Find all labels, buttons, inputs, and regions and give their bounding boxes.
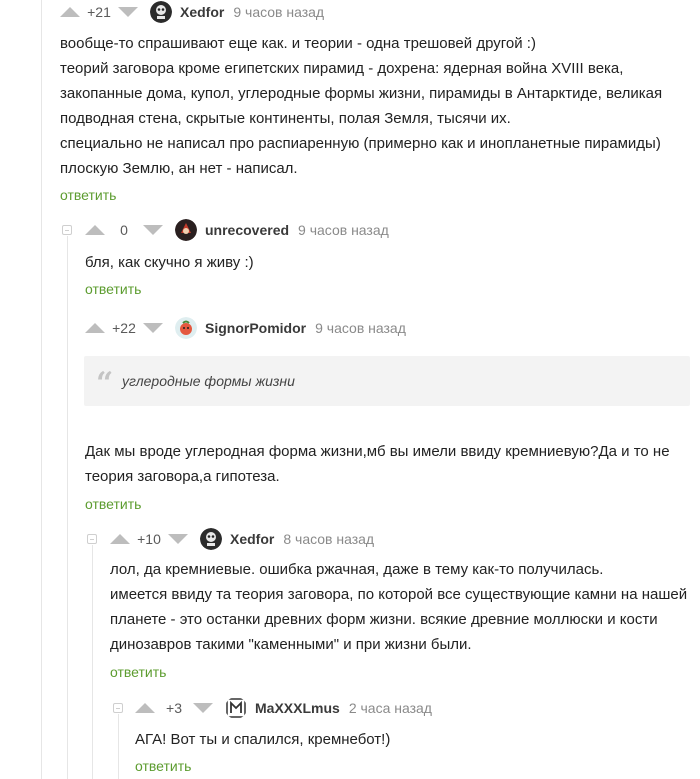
reply-link[interactable]: ответить (135, 758, 191, 774)
comment-text-line: планете - это останки древних форм жизни… (110, 611, 658, 628)
arrow-up-icon[interactable] (135, 703, 155, 713)
comment-rating: +22 (112, 320, 136, 336)
collapse-thread-icon[interactable] (87, 534, 97, 544)
comment-author[interactable]: unrecovered (205, 222, 289, 238)
thread-line[interactable] (118, 714, 119, 779)
thread-line[interactable] (41, 0, 42, 779)
comment-author[interactable]: Xedfor (180, 4, 224, 20)
comment-text-line: динозавров такими "каменными" и при жизн… (110, 636, 472, 653)
comment-rating: +21 (87, 4, 111, 20)
comment-header: +3 MaXXXLmus 2 часа назад (135, 696, 432, 720)
comment-header: +10 Xedfor 8 часов назад (110, 527, 374, 551)
comment-header: 0 unrecovered 9 часов назад (85, 218, 389, 242)
comment-text-line: АГА! Вот ты и спалился, кремнебот!) (135, 731, 391, 748)
reply-link[interactable]: ответить (110, 664, 166, 680)
comment-author[interactable]: Xedfor (230, 531, 274, 547)
comment-text: вообще-то спрашивают еще как. и теории -… (60, 31, 662, 181)
thread-line[interactable] (67, 236, 68, 779)
comment-time[interactable]: 9 часов назад (233, 4, 324, 20)
quote-icon: “ (96, 366, 114, 401)
thread-line[interactable] (92, 545, 93, 779)
comment-rating: +3 (166, 700, 182, 716)
comment-text-line: вообще-то спрашивают еще как. и теории -… (60, 35, 536, 52)
comment-text-line: бля, как скучно я живу :) (85, 254, 254, 271)
reply-link[interactable]: ответить (85, 281, 141, 297)
comment-author[interactable]: SignorPomidor (205, 320, 306, 336)
comment-header: +21 Xedfor 9 часов назад (60, 0, 324, 24)
blockquote: “ углеродные формы жизни (84, 356, 690, 406)
quote-text: углеродные формы жизни (122, 373, 295, 389)
comment-text-line: специально не написал про распиаренную (… (60, 135, 661, 152)
comment-text: АГА! Вот ты и спалился, кремнебот!) (135, 727, 390, 752)
avatar[interactable] (175, 219, 197, 241)
comment-time[interactable]: 9 часов назад (315, 320, 406, 336)
arrow-down-icon[interactable] (143, 225, 163, 235)
comment-text: Дак мы вроде углеродная форма жизни,мб в… (85, 439, 670, 489)
avatar[interactable] (150, 1, 172, 23)
comment-time[interactable]: 2 часа назад (349, 700, 432, 716)
comment-text: лол, да кремниевые. ошибка ржачная, даже… (110, 557, 687, 657)
arrow-down-icon[interactable] (193, 703, 213, 713)
arrow-down-icon[interactable] (143, 323, 163, 333)
comment-text-line: имеется ввиду та теория заговора, по кот… (110, 586, 688, 603)
comment-author[interactable]: MaXXXLmus (255, 700, 340, 716)
arrow-up-icon[interactable] (85, 323, 105, 333)
comment-text-line: лол, да кремниевые. ошибка ржачная, даже… (110, 561, 604, 578)
avatar[interactable] (200, 528, 222, 550)
arrow-up-icon[interactable] (110, 534, 130, 544)
comment-header: +22 SignorPomidor 9 часов назад (85, 316, 406, 340)
avatar[interactable] (225, 697, 247, 719)
comment-text-line: теория заговора,а гипотеза. (85, 468, 280, 485)
comment-time[interactable]: 9 часов назад (298, 222, 389, 238)
comment-time[interactable]: 8 часов назад (283, 531, 374, 547)
reply-link[interactable]: ответить (85, 496, 141, 512)
arrow-up-icon[interactable] (60, 7, 80, 17)
arrow-down-icon[interactable] (168, 534, 188, 544)
avatar[interactable] (175, 317, 197, 339)
collapse-thread-icon[interactable] (62, 225, 72, 235)
comment-rating: +10 (137, 531, 161, 547)
comment-text-line: плоскую Землю, ан нет - написал. (60, 160, 298, 177)
collapse-thread-icon[interactable] (113, 703, 123, 713)
reply-link[interactable]: ответить (60, 187, 116, 203)
comment-rating: 0 (120, 222, 128, 238)
comment-text-line: Дак мы вроде углеродная форма жизни,мб в… (85, 443, 670, 460)
comment-text-line: закопанные дома, купол, углеродные формы… (60, 85, 663, 102)
arrow-down-icon[interactable] (118, 7, 138, 17)
comment-text-line: подводная стена, скрытые континенты, пол… (60, 110, 511, 127)
comment-text-line: теорий заговора кроме египетских пирамид… (60, 60, 624, 77)
comment-text: бля, как скучно я живу :) (85, 250, 254, 275)
arrow-up-icon[interactable] (85, 225, 105, 235)
